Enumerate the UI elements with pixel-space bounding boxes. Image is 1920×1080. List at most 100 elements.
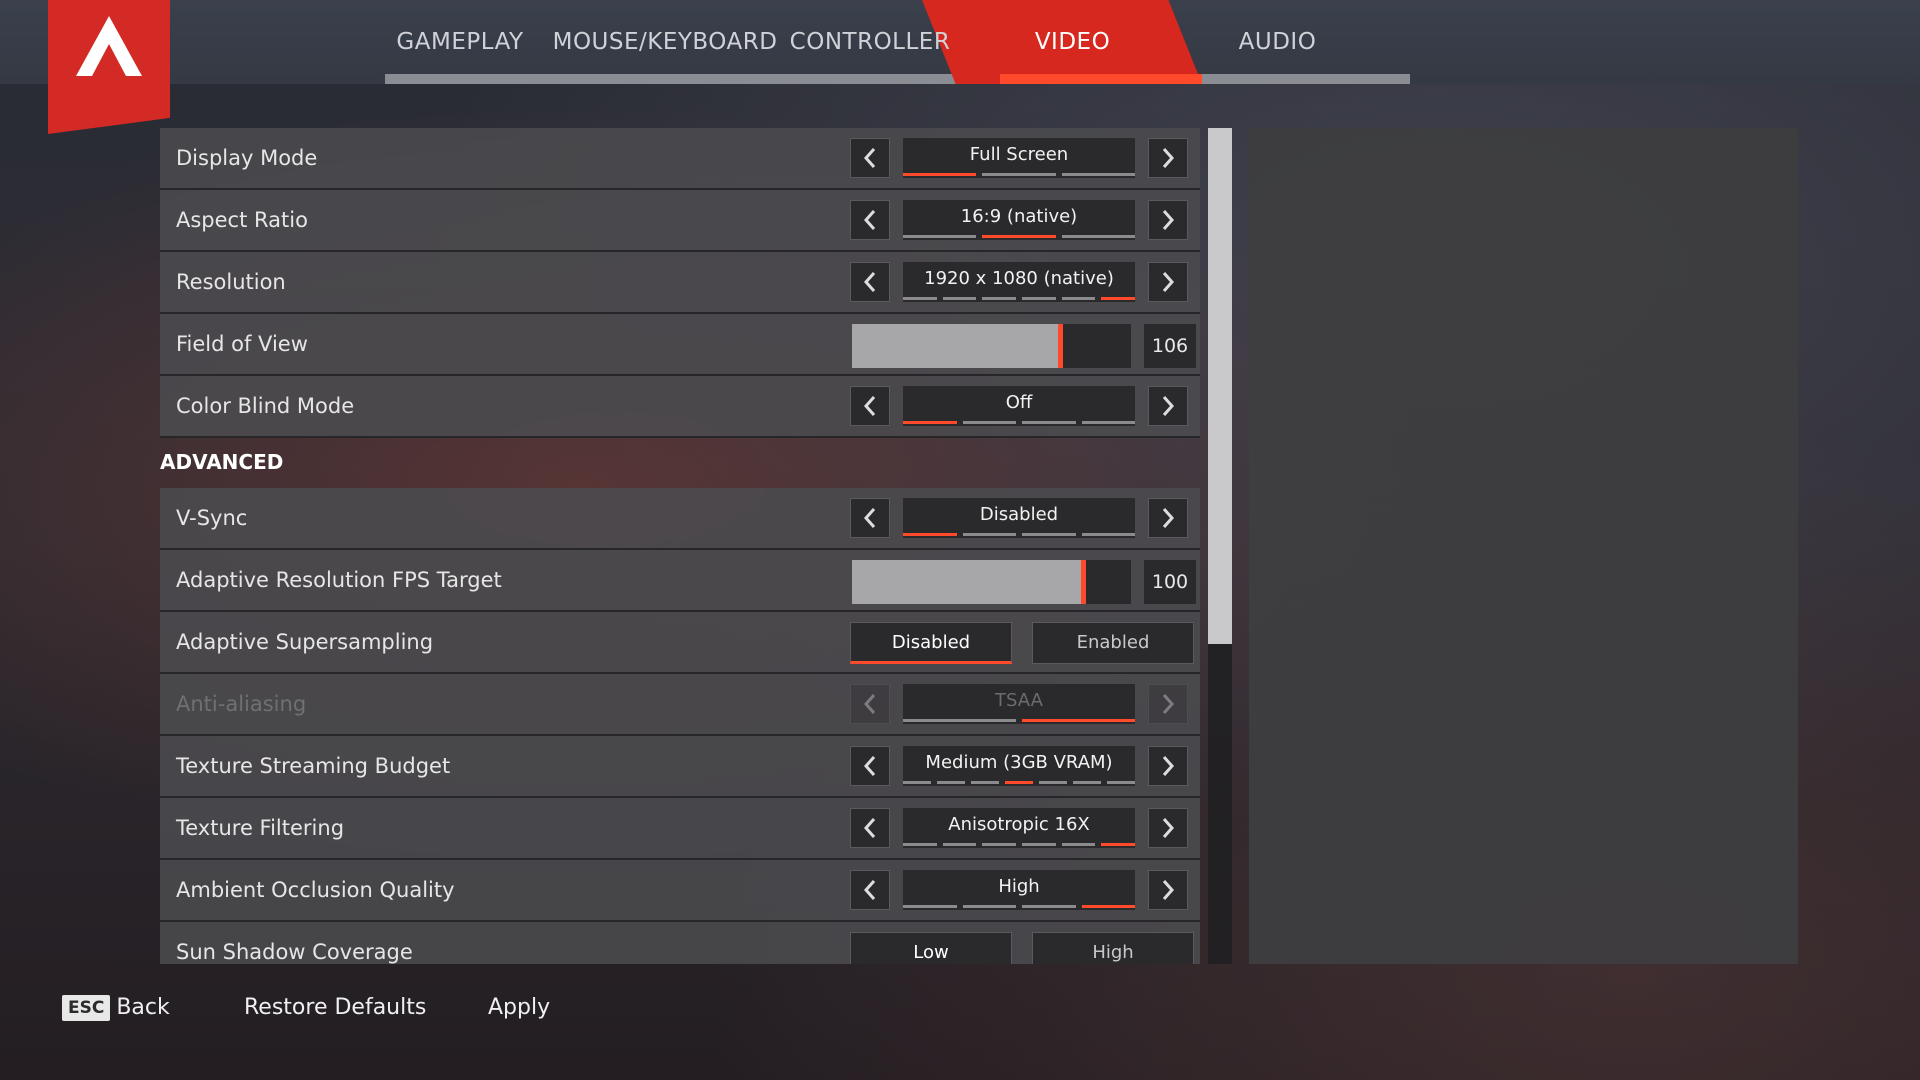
tab-mouse-keyboard[interactable]: MOUSE/KEYBOARD [553, 0, 777, 84]
setting-row-resolution: Resolution 1920 x 1080 (native) [160, 252, 1200, 314]
option-value-box: 1920 x 1080 (native) [903, 262, 1136, 302]
option-value-box: TSAA [903, 684, 1135, 724]
next-option-button[interactable] [1148, 262, 1188, 302]
chevron-left-icon [863, 756, 876, 776]
setting-row-sun-shadow-coverage: Sun Shadow Coverage Low High [160, 922, 1200, 964]
next-option-button[interactable] [1148, 200, 1188, 240]
tab-gameplay[interactable]: GAMEPLAY [395, 0, 525, 84]
section-header-advanced: ADVANCED [160, 450, 284, 474]
prev-option-button[interactable] [850, 138, 890, 178]
option-indicator-segment [1022, 905, 1076, 908]
chevron-right-icon [1162, 396, 1175, 416]
tab-controller[interactable]: CONTROLLER [790, 0, 950, 84]
back-label: Back [116, 995, 170, 1020]
chevron-right-icon [1162, 148, 1175, 168]
chevron-right-icon [1162, 210, 1175, 230]
option-value: Disabled [979, 504, 1059, 525]
option-value-box: 16:9 (native) [903, 200, 1135, 240]
apex-logo-icon [76, 16, 142, 76]
setting-label: Anti-aliasing [176, 692, 307, 716]
video-settings-panel: Display Mode Full Screen Aspect Ratio 16… [160, 128, 1200, 964]
option-indicator-segment [942, 297, 977, 300]
option-value: Anisotropic 16X [948, 814, 1090, 835]
option-value: High [998, 876, 1040, 897]
setting-label: Sun Shadow Coverage [176, 940, 413, 964]
next-option-button[interactable] [1148, 138, 1188, 178]
option-indicator-segment [1005, 781, 1033, 784]
option-indicator-segment [1022, 843, 1056, 846]
setting-row-texture-streaming-budget: Texture Streaming Budget Medium (3GB VRA… [160, 736, 1200, 798]
setting-label: Color Blind Mode [176, 394, 355, 418]
next-option-button[interactable] [1148, 870, 1188, 910]
setting-label: Texture Streaming Budget [176, 754, 451, 778]
slider-handle[interactable] [1058, 324, 1063, 368]
next-option-button[interactable] [1148, 746, 1188, 786]
next-option-button [1148, 684, 1188, 724]
scrollbar-thumb[interactable] [1208, 128, 1232, 644]
prev-option-button[interactable] [850, 262, 890, 302]
tab-audio[interactable]: AUDIO [1215, 0, 1340, 84]
next-option-button[interactable] [1148, 498, 1188, 538]
option-indicator [903, 173, 1135, 176]
option-indicator-segment [1107, 781, 1135, 784]
chevron-left-icon [863, 694, 876, 714]
option-indicator-segment [1081, 905, 1135, 908]
chevron-right-icon [1162, 272, 1175, 292]
option-indicator-segment [942, 843, 977, 846]
tab-video[interactable]: VIDEO [1010, 0, 1135, 84]
option-indicator-segment [962, 905, 1016, 908]
chevron-left-icon [863, 508, 876, 528]
setting-row-aspect-ratio: Aspect Ratio 16:9 (native) [160, 190, 1200, 252]
option-indicator-segment [903, 719, 1016, 722]
prev-option-button[interactable] [850, 498, 890, 538]
option-indicator-segment [1022, 297, 1056, 300]
sun-shadow-low-button[interactable]: Low [850, 932, 1012, 964]
prev-option-button[interactable] [850, 746, 890, 786]
setting-label: Ambient Occlusion Quality [176, 878, 455, 902]
next-option-button[interactable] [1148, 808, 1188, 848]
option-indicator-segment [962, 533, 1016, 536]
option-indicator-segment [1061, 297, 1096, 300]
slider-value: 106 [1144, 324, 1196, 368]
chevron-right-icon [1162, 756, 1175, 776]
option-indicator-segment [1101, 843, 1136, 846]
option-indicator [903, 905, 1135, 908]
back-button[interactable]: ESC Back [62, 990, 170, 1026]
prev-option-button[interactable] [850, 808, 890, 848]
option-indicator-segment [937, 781, 965, 784]
option-indicator-segment [903, 235, 977, 238]
fps-target-slider[interactable] [852, 560, 1131, 604]
setting-label: Field of View [176, 332, 308, 356]
option-value: TSAA [995, 690, 1043, 711]
chevron-left-icon [863, 396, 876, 416]
slider-value: 100 [1144, 560, 1196, 604]
prev-option-button[interactable] [850, 200, 890, 240]
restore-defaults-button[interactable]: Restore Defaults [244, 990, 426, 1026]
setting-row-texture-filtering: Texture Filtering Anisotropic 16X [160, 798, 1200, 860]
supersampling-enabled-button[interactable]: Enabled [1032, 622, 1194, 664]
slider-handle[interactable] [1081, 560, 1086, 604]
setting-row-field-of-view: Field of View 106 [160, 314, 1200, 376]
apply-button[interactable]: Apply [488, 990, 550, 1026]
option-indicator-segment [982, 297, 1017, 300]
option-value-box: Off [903, 386, 1135, 426]
chevron-left-icon [863, 148, 876, 168]
option-indicator-segment [903, 781, 931, 784]
option-indicator-segment [982, 173, 1056, 176]
option-indicator-segment [1061, 235, 1135, 238]
setting-row-color-blind-mode: Color Blind Mode Off [160, 376, 1200, 438]
option-indicator-segment [903, 421, 957, 424]
option-indicator-segment [1022, 533, 1076, 536]
chevron-left-icon [863, 272, 876, 292]
option-value-box: Anisotropic 16X [903, 808, 1136, 848]
prev-option-button[interactable] [850, 870, 890, 910]
prev-option-button[interactable] [850, 386, 890, 426]
next-option-button[interactable] [1148, 386, 1188, 426]
option-value-box: Medium (3GB VRAM) [903, 746, 1135, 786]
option-value: Full Screen [969, 144, 1069, 165]
supersampling-disabled-button[interactable]: Disabled [850, 622, 1012, 664]
slider-fill [852, 560, 1081, 604]
sun-shadow-high-button[interactable]: High [1032, 932, 1194, 964]
settings-scrollbar[interactable] [1208, 128, 1232, 964]
fov-slider[interactable] [852, 324, 1131, 368]
